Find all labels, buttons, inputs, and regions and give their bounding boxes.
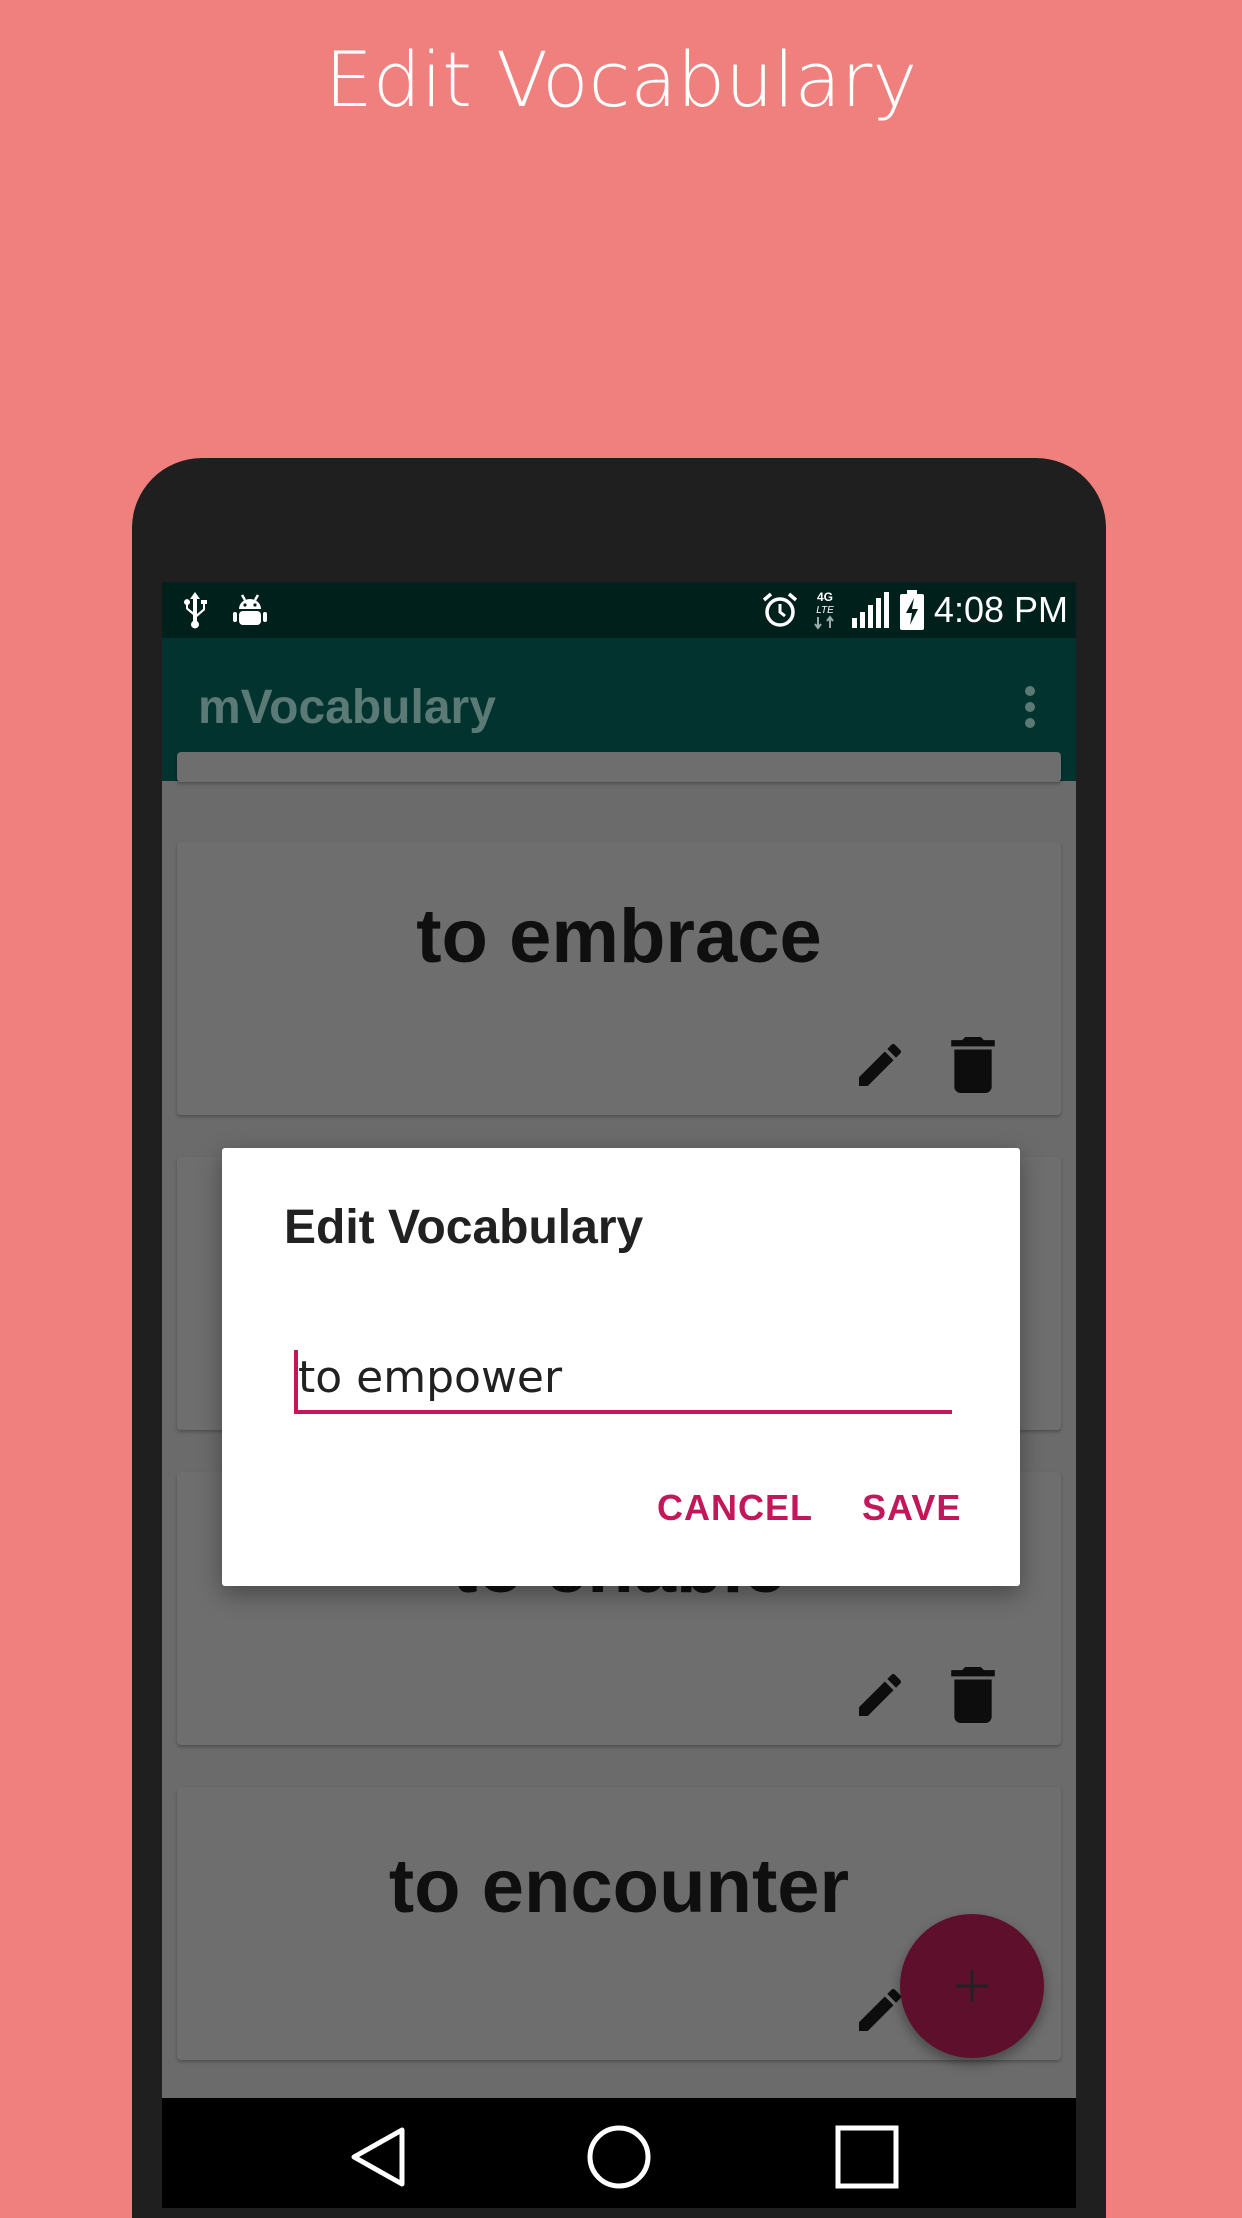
vocabulary-input[interactable] bbox=[294, 1344, 952, 1414]
edit-icon[interactable] bbox=[852, 1667, 908, 1723]
usb-icon bbox=[180, 590, 210, 630]
4g-lte-icon: 4G LTE bbox=[810, 589, 840, 631]
cancel-button[interactable]: CANCEL bbox=[657, 1486, 813, 1530]
vocab-word: to encounter bbox=[388, 1844, 850, 1929]
home-icon[interactable] bbox=[584, 2122, 654, 2192]
back-icon[interactable] bbox=[342, 2122, 412, 2192]
vocab-word: to embrace bbox=[416, 894, 822, 979]
plus-icon bbox=[956, 1970, 988, 2002]
promo-title: Edit Vocabulary bbox=[324, 35, 918, 124]
edit-icon[interactable] bbox=[852, 1037, 908, 1093]
navigation-bar bbox=[162, 2098, 1076, 2208]
status-bar: 4G LTE 4:08 PM bbox=[162, 582, 1076, 638]
signal-icon bbox=[850, 592, 890, 628]
delete-icon[interactable] bbox=[951, 1667, 995, 1723]
list-item: to embrace bbox=[177, 842, 1061, 1115]
app-title: mVocabulary bbox=[198, 681, 496, 734]
dialog-title: Edit Vocabulary bbox=[284, 1201, 644, 1254]
android-debug-icon bbox=[232, 591, 268, 629]
delete-icon[interactable] bbox=[951, 1037, 995, 1093]
svg-text:LTE: LTE bbox=[816, 605, 834, 616]
edit-vocabulary-dialog: Edit Vocabulary CANCEL SAVE bbox=[222, 1148, 1020, 1586]
add-vocabulary-button[interactable] bbox=[900, 1914, 1044, 2058]
save-button[interactable]: SAVE bbox=[862, 1486, 961, 1530]
more-vert-icon[interactable] bbox=[1020, 686, 1040, 734]
svg-text:4G: 4G bbox=[817, 590, 833, 604]
battery-charging-icon bbox=[899, 590, 924, 630]
list-item bbox=[177, 752, 1061, 782]
recents-icon[interactable] bbox=[832, 2122, 902, 2192]
alarm-icon bbox=[760, 590, 800, 630]
text-cursor bbox=[294, 1350, 298, 1412]
status-time: 4:08 PM bbox=[933, 589, 1068, 630]
